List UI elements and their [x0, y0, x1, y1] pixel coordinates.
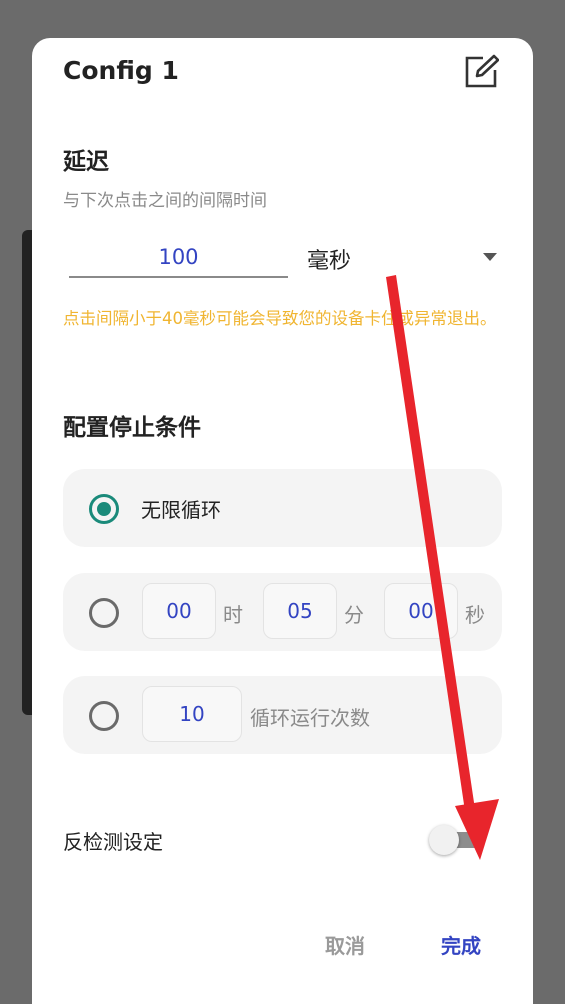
config-dialog: Config 1 延迟 与下次点击之间的间隔时间 毫秒 点击间隔小于40毫秒可能… [32, 38, 533, 1004]
radio-loop-count[interactable] [89, 701, 119, 731]
delay-subtitle: 与下次点击之间的间隔时间 [63, 191, 267, 211]
delay-heading: 延迟 [63, 149, 109, 175]
chevron-down-icon [483, 253, 497, 261]
anti-detection-toggle[interactable] [427, 823, 487, 857]
hours-input[interactable]: 00 [142, 583, 216, 639]
radio-timer[interactable] [89, 598, 119, 628]
minutes-input[interactable]: 05 [263, 583, 337, 639]
minutes-unit: 分 [344, 603, 364, 627]
cancel-button[interactable]: 取消 [325, 930, 365, 959]
seconds-unit: 秒 [465, 603, 485, 627]
loop-count-label: 循环运行次数 [250, 706, 370, 730]
option-timer[interactable]: 00 时 05 分 00 秒 [63, 573, 502, 651]
delay-input[interactable] [69, 238, 288, 278]
loop-count-input[interactable]: 10 [142, 686, 242, 742]
unit-dropdown-value: 毫秒 [307, 249, 352, 274]
delay-warning: 点击间隔小于40毫秒可能会导致您的设备卡住或异常退出。 [63, 309, 497, 328]
anti-detection-label: 反检测设定 [63, 830, 163, 854]
radio-infinite-loop[interactable] [89, 494, 119, 524]
option-infinite-loop-label: 无限循环 [141, 498, 221, 522]
done-button[interactable]: 完成 [441, 930, 481, 959]
hours-unit: 时 [223, 603, 243, 627]
dialog-title: Config 1 [63, 56, 179, 85]
option-loop-count[interactable]: 10 循环运行次数 [63, 676, 502, 754]
seconds-input[interactable]: 00 [384, 583, 458, 639]
unit-dropdown[interactable]: 毫秒 [307, 238, 507, 276]
edit-icon[interactable] [463, 54, 499, 90]
toggle-thumb [429, 825, 459, 855]
option-infinite-loop[interactable]: 无限循环 [63, 469, 502, 547]
stop-conditions-heading: 配置停止条件 [63, 415, 201, 441]
